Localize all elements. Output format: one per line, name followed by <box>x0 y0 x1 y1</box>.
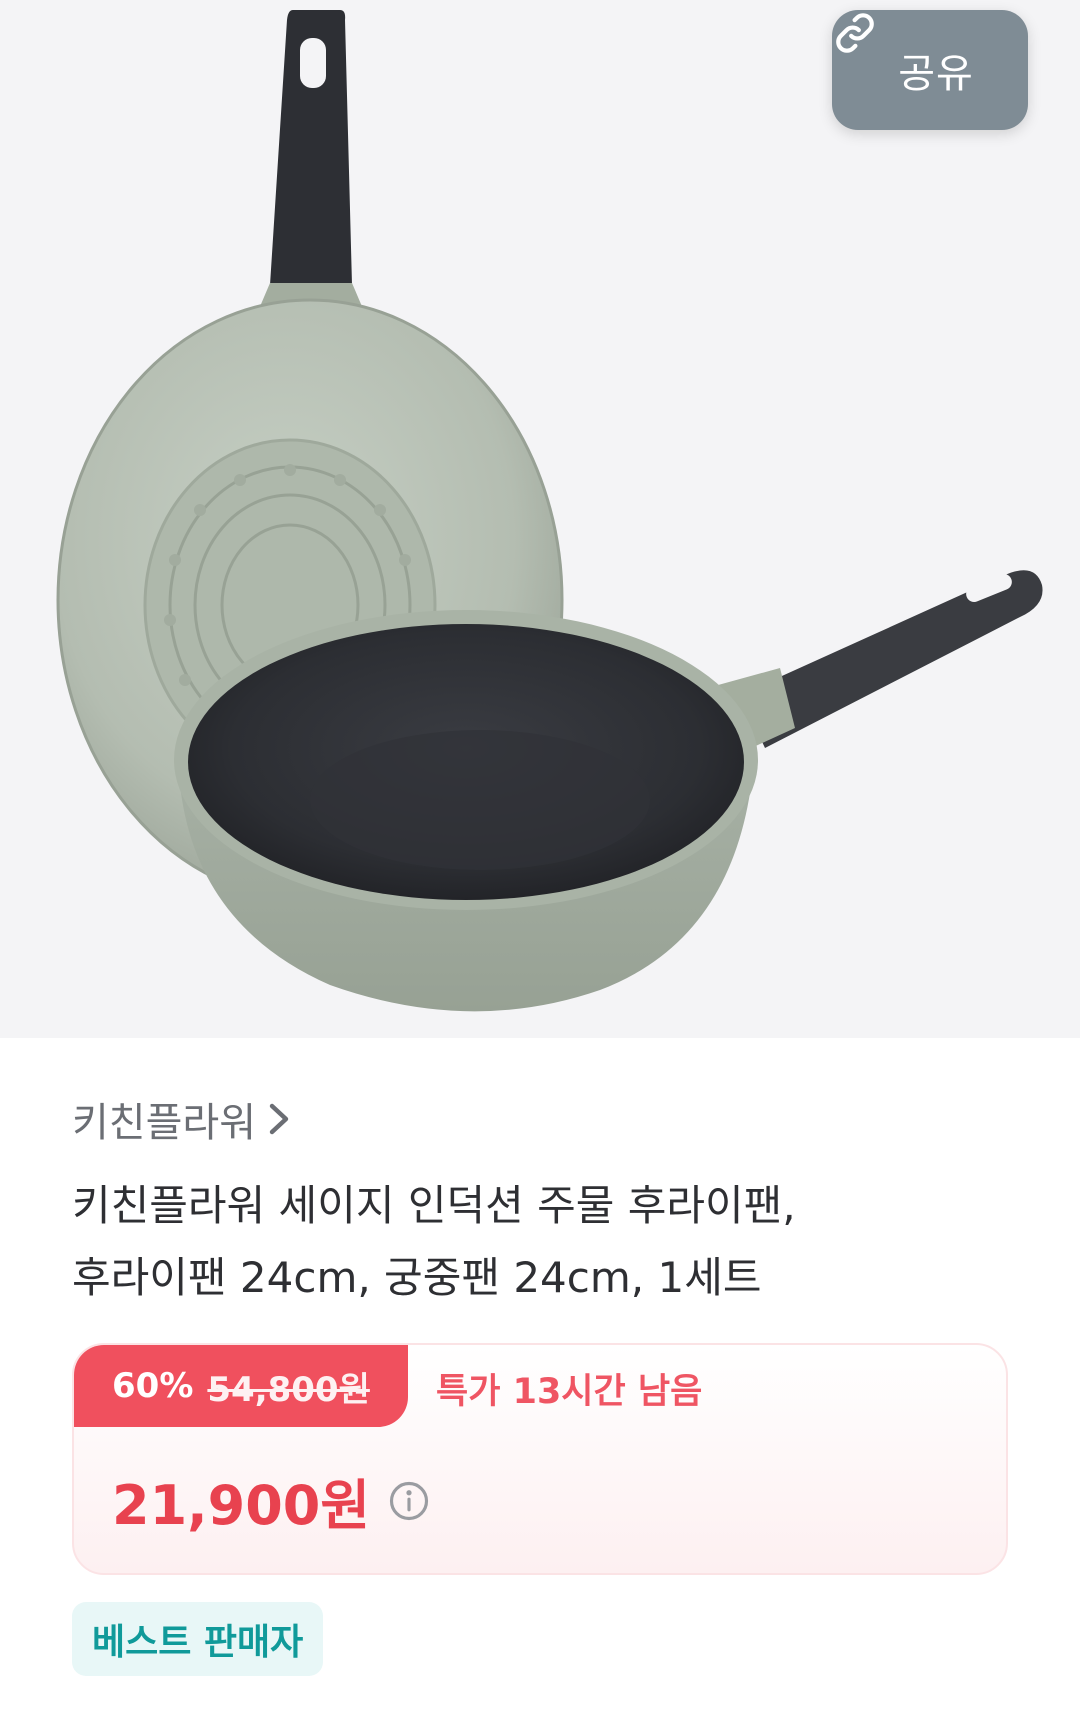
product-title-line2: 후라이팬 24cm, 궁중팬 24cm, 1세트 <box>72 1253 762 1302</box>
product-title: 키친플라워 세이지 인덕션 주물 후라이팬, 후라이팬 24cm, 궁중팬 24… <box>72 1170 952 1314</box>
chevron-right-icon <box>266 1102 292 1136</box>
discount-rate: 60% <box>112 1366 194 1406</box>
frying-pan-set-image <box>56 10 1043 1012</box>
product-image[interactable]: 공유 <box>0 0 1080 1038</box>
best-seller-badge: 베스트 판매자 <box>72 1602 324 1676</box>
price-card: 60% 54,800원 특가 13시간 남음 21,900원 <box>72 1343 1008 1575</box>
brand-name: 키친플라워 <box>72 1100 256 1146</box>
share-label: 공유 <box>898 51 974 97</box>
brand-link[interactable]: 키친플라워 <box>72 1090 292 1148</box>
share-button[interactable]: 공유 <box>832 10 1028 130</box>
discount-ribbon: 60% 54,800원 <box>74 1345 408 1427</box>
sale-price-row: 21,900원 <box>112 1461 430 1540</box>
info-icon[interactable] <box>388 1480 430 1522</box>
deal-timer: 특가 13시간 남음 <box>436 1372 703 1412</box>
original-price: 54,800원 <box>207 1369 370 1410</box>
sale-price: 21,900원 <box>112 1474 371 1537</box>
product-title-line1: 키친플라워 세이지 인덕션 주물 후라이팬, <box>72 1181 796 1230</box>
